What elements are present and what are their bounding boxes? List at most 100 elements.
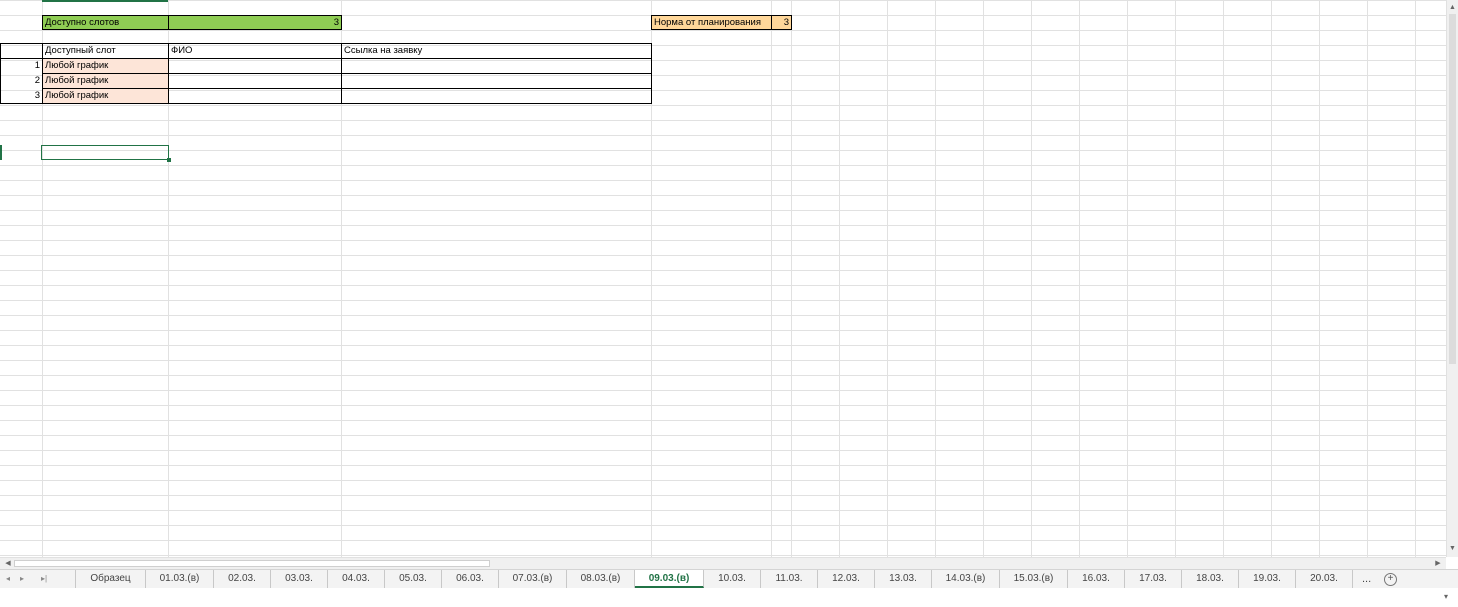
row-indicator	[0, 145, 2, 160]
gridline-vertical	[791, 0, 792, 557]
add-sheet-icon[interactable]: +	[1384, 573, 1397, 586]
status-bar-arrow-icon[interactable]: ▾	[1444, 592, 1448, 601]
tab-sheet[interactable]: 04.03.	[328, 570, 385, 588]
gridline-horizontal	[0, 360, 1446, 361]
gridline-horizontal	[0, 435, 1446, 436]
gridline-horizontal	[0, 210, 1446, 211]
gridline-vertical	[935, 0, 936, 557]
gridline-horizontal	[0, 375, 1446, 376]
gridline-vertical	[1319, 0, 1320, 557]
tab-sheet[interactable]: 11.03.	[761, 570, 818, 588]
tab-sheet[interactable]: 10.03.	[704, 570, 761, 588]
sheet-tab-bar: ◂ ▸ ▸| Образец 01.03.(в) 02.03. 03.03. 04.03…	[0, 569, 1458, 588]
gridline-vertical	[1175, 0, 1176, 557]
gridline-horizontal	[0, 120, 1446, 121]
available-slots-label[interactable]: Доступно слотов	[42, 15, 169, 30]
header-link[interactable]: Ссылка на заявку	[341, 43, 652, 59]
tab-sheet[interactable]: 12.03.	[818, 570, 875, 588]
table-row-fio[interactable]	[168, 73, 342, 89]
table-row-slot[interactable]: Любой график	[42, 58, 169, 74]
scroll-right-icon[interactable]: ▶	[1432, 558, 1444, 569]
horizontal-scroll-thumb[interactable]	[14, 560, 490, 567]
status-bar: ▾	[0, 588, 1458, 607]
tab-sheet[interactable]: 18.03.	[1182, 570, 1239, 588]
horizontal-scrollbar[interactable]: ◀ ▶	[0, 557, 1446, 569]
scroll-left-icon[interactable]: ◀	[2, 558, 14, 569]
table-row-link[interactable]	[341, 88, 652, 104]
gridline-horizontal	[0, 225, 1446, 226]
gridline-vertical	[771, 0, 772, 557]
gridline-vertical	[1079, 0, 1080, 557]
tab-sheet[interactable]: 08.03.(в)	[567, 570, 635, 588]
row-number-border-bottom	[0, 103, 43, 104]
norm-label[interactable]: Норма от планирования	[651, 15, 772, 30]
tab-sheet[interactable]: Образец	[75, 570, 146, 588]
gridline-horizontal	[0, 135, 1446, 136]
table-row-slot[interactable]: Любой график	[42, 73, 169, 89]
table-row-slot[interactable]: Любой график	[42, 88, 169, 104]
more-tabs-button[interactable]: ...	[1362, 571, 1371, 587]
gridline-horizontal	[0, 480, 1446, 481]
gridline-horizontal	[0, 270, 1446, 271]
header-available-slot[interactable]: Доступный слот	[42, 43, 169, 59]
tab-sheet[interactable]: 14.03.(в)	[932, 570, 1000, 588]
gridline-vertical	[839, 0, 840, 557]
gridline-vertical	[1415, 0, 1416, 557]
gridline-horizontal	[0, 315, 1446, 316]
tab-sheet[interactable]: 01.03.(в)	[146, 570, 214, 588]
tab-sheet[interactable]: 17.03.	[1125, 570, 1182, 588]
spreadsheet-grid[interactable]: Доступно слотов 3 Норма от планирования …	[0, 0, 1446, 557]
gridline-horizontal	[0, 255, 1446, 256]
tab-sheet[interactable]: 05.03.	[385, 570, 442, 588]
tab-sheet[interactable]: 19.03.	[1239, 570, 1296, 588]
gridline-horizontal	[0, 510, 1446, 511]
tab-scroll-next-icon[interactable]: ▸	[16, 572, 28, 586]
tab-sheet[interactable]: 07.03.(в)	[499, 570, 567, 588]
tab-scroll-prev-icon[interactable]: ◂	[2, 572, 14, 586]
tab-sheet[interactable]: 09.03.(в)	[635, 570, 704, 588]
gridline-horizontal	[0, 405, 1446, 406]
table-row-link[interactable]	[341, 73, 652, 89]
gridline-horizontal	[0, 30, 1446, 31]
gridline-horizontal	[0, 345, 1446, 346]
vertical-scroll-thumb[interactable]	[1449, 14, 1456, 364]
norm-value[interactable]: 3	[771, 15, 792, 30]
tab-sheet[interactable]: 02.03.	[214, 570, 271, 588]
gridline-horizontal	[0, 465, 1446, 466]
scroll-down-icon[interactable]: ▼	[1447, 543, 1458, 555]
gridline-horizontal	[0, 0, 1446, 1]
table-row-fio[interactable]	[168, 88, 342, 104]
header-slot[interactable]	[0, 43, 43, 59]
row-number: 1	[34, 60, 40, 71]
gridline-horizontal	[0, 180, 1446, 181]
row-number: 3	[34, 90, 40, 101]
selected-cell[interactable]	[41, 145, 171, 162]
gridline-vertical	[1271, 0, 1272, 557]
scroll-up-icon[interactable]: ▲	[1447, 2, 1458, 14]
gridline-horizontal	[0, 495, 1446, 496]
tab-sheet[interactable]: 13.03.	[875, 570, 932, 588]
gridline-horizontal	[0, 240, 1446, 241]
available-slots-value[interactable]: 3	[168, 15, 342, 30]
vertical-scrollbar[interactable]: ▲ ▼	[1446, 0, 1458, 557]
table-row-fio[interactable]	[168, 58, 342, 74]
gridline-vertical	[887, 0, 888, 557]
gridline-vertical	[1031, 0, 1032, 557]
gridline-horizontal	[0, 540, 1446, 541]
column-indicator	[42, 0, 168, 2]
gridline-horizontal	[0, 450, 1446, 451]
header-fio[interactable]: ФИО	[168, 43, 342, 59]
gridline-vertical	[1127, 0, 1128, 557]
gridline-vertical	[983, 0, 984, 557]
gridline-vertical	[1223, 0, 1224, 557]
tab-scroll-last-icon[interactable]: ▸|	[38, 572, 50, 586]
gridline-vertical	[1367, 0, 1368, 557]
gridline-horizontal	[0, 150, 1446, 151]
tab-sheet[interactable]: 20.03.	[1296, 570, 1353, 588]
tab-sheet[interactable]: 15.03.(в)	[1000, 570, 1068, 588]
tab-sheet[interactable]: 03.03.	[271, 570, 328, 588]
table-row-link[interactable]	[341, 58, 652, 74]
tab-sheet[interactable]: 16.03.	[1068, 570, 1125, 588]
tab-sheet[interactable]: 06.03.	[442, 570, 499, 588]
gridline-horizontal	[0, 330, 1446, 331]
